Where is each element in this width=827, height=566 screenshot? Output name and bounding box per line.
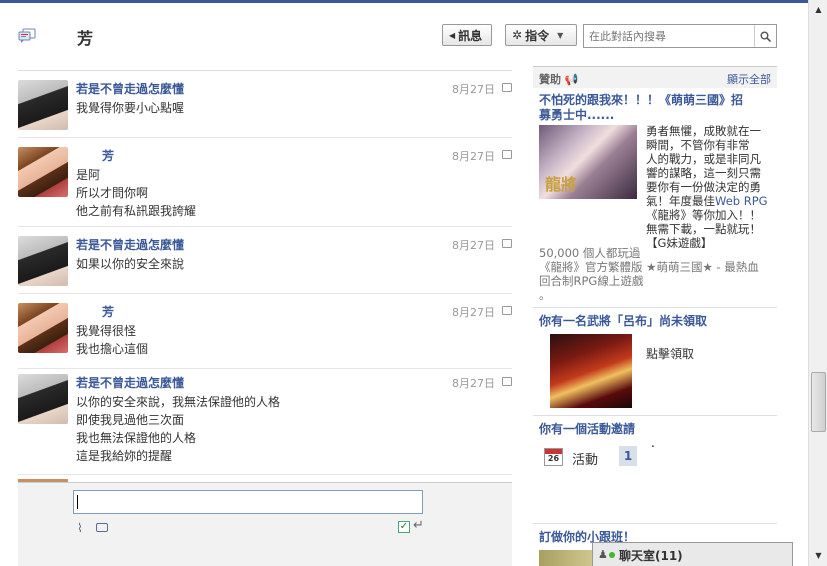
attach-file-icon[interactable]: ⌇: [77, 521, 83, 535]
message-line: 所以才問你啊: [76, 186, 149, 200]
reply-icon[interactable]: [502, 377, 512, 386]
page-scrollbar[interactable]: ▲ ▼: [808, 0, 827, 566]
ad-image[interactable]: 龍將: [539, 125, 637, 199]
message-item: 若是不曾走過怎麼懂 8月27日 以你的安全來說，我無法保證他的人格 即使我見過他…: [18, 369, 512, 475]
message-line: 即使我見過他三次面: [76, 413, 185, 427]
camera-icon[interactable]: [96, 523, 108, 532]
ad-cta-text[interactable]: 點擊領取: [646, 345, 694, 362]
message-line: 我覺得很怪: [76, 324, 137, 338]
chevron-left-icon: ◀: [449, 30, 456, 40]
message-line: 以你的安全來說，我無法保證他的人格: [76, 395, 281, 409]
text-caret: [77, 495, 78, 509]
chat-bar[interactable]: ♟ 聊天室(11): [592, 542, 793, 566]
chevron-down-icon: ▼: [557, 30, 564, 40]
reply-composer: ⌇ ✓ ↵: [18, 482, 512, 566]
sender-name[interactable]: 若是不曾走過怎麼懂: [76, 80, 184, 97]
show-all-link[interactable]: 顯示全部: [727, 71, 771, 87]
reply-icon[interactable]: [502, 306, 512, 315]
message-line: 這是我給妳的提醒: [76, 449, 173, 463]
message-line: 我也無法保證他的人格: [76, 431, 197, 445]
person-icon: ♟: [598, 548, 608, 561]
divider: [533, 307, 777, 308]
search-input[interactable]: [584, 25, 754, 47]
ad-social-context: 50,000 個人都玩過 《龍將》官方繁體版 ★萌萌三國★ - 最熱血 回合制R…: [539, 246, 759, 302]
sender-name[interactable]: 芳: [102, 303, 114, 320]
message-date: 8月27日: [452, 239, 495, 252]
enter-key-icon: ↵: [413, 518, 424, 533]
search-button[interactable]: [754, 25, 776, 47]
sender-name[interactable]: 若是不曾走過怎麼懂: [76, 236, 184, 253]
ad-image-text: 龍將: [545, 175, 578, 194]
event-count-badge[interactable]: 1: [619, 446, 637, 466]
search-icon: [760, 31, 771, 42]
message-line: 他之前有私訊跟我誇耀: [76, 204, 197, 218]
reply-icon[interactable]: [502, 239, 512, 248]
ad-body: 勇者無懼，成敗就在一 瞬間，不管你有非常 人的戰力，或是非同凡 響的謀略，這一刻…: [646, 124, 768, 250]
message-item: 芳 8月27日 我覺得很怪 我也擔心這個: [18, 294, 512, 369]
actions-button[interactable]: ✲ 指令 ▼: [505, 24, 577, 46]
sender-name[interactable]: 若是不曾走過怎麼懂: [76, 374, 184, 391]
ad-title[interactable]: 不怕死的跟我來！！！《萌萌三國》招: [539, 93, 743, 108]
conversation-thread: 若是不曾走過怎麼懂 8月27日 我覺得你要小心點喔 芳 8月27日 是阿 所以才…: [18, 70, 512, 482]
sender-avatar[interactable]: [18, 236, 68, 286]
scroll-thumb[interactable]: [811, 372, 826, 432]
reply-icon[interactable]: [502, 83, 512, 92]
divider: [533, 415, 777, 416]
message-date: 8月27日: [452, 377, 495, 390]
conversation-search: [583, 24, 777, 48]
sponsored-header: 贊助 📢 顯示全部: [533, 66, 777, 88]
page-title: 芳: [77, 29, 94, 48]
message-date: 8月27日: [452, 150, 495, 163]
reply-icon[interactable]: [502, 150, 512, 159]
message-date: 8月27日: [452, 306, 495, 319]
sender-avatar[interactable]: [18, 80, 68, 130]
message-item: 若是不曾走過怎麼懂 8月27日 我覺得你要小心點喔: [18, 71, 512, 138]
message-line: 我覺得你要小心點喔: [76, 101, 185, 115]
messages-button-label: 訊息: [458, 28, 483, 43]
send-on-enter-checkbox[interactable]: ✓: [398, 521, 410, 533]
calendar-icon: 26: [544, 448, 563, 466]
gear-icon: ✲: [512, 28, 523, 42]
scroll-up-arrow-icon[interactable]: ▲: [811, 2, 826, 18]
online-status-icon: [609, 552, 615, 558]
reply-textarea[interactable]: [73, 490, 423, 514]
ad-title[interactable]: 你有一名武將「呂布」尚未領取: [539, 314, 707, 329]
chat-label: 聊天室(11): [619, 549, 683, 563]
message-date: 8月27日: [452, 83, 495, 96]
ad-image[interactable]: [550, 334, 632, 408]
sender-avatar[interactable]: [18, 147, 68, 197]
ad-title-continued[interactable]: 募勇士中......: [539, 108, 614, 123]
sender-avatar[interactable]: [18, 374, 68, 424]
message-page: 芳 ◀ 訊息 ✲ 指令 ▼ 若是不曾走過怎麼懂 8月27日 我覺得你要小心點喔 …: [0, 3, 808, 566]
message-line: 我也擔心這個: [76, 342, 149, 356]
actions-button-label: 指令: [525, 28, 550, 43]
message-item: 芳 8月27日 是阿 所以才問你啊 他之前有私訊跟我誇耀: [18, 138, 512, 227]
message-line: 如果以你的安全來說: [76, 257, 185, 271]
message-line: 是阿: [76, 168, 101, 182]
messages-button[interactable]: ◀ 訊息: [442, 24, 492, 46]
event-invite-title[interactable]: 你有一個活動邀請: [539, 422, 635, 437]
megaphone-icon: 📢: [564, 73, 579, 86]
ad-image[interactable]: [539, 550, 595, 566]
sponsored-column: 贊助 📢 顯示全部 不怕死的跟我來！！！《萌萌三國》招 募勇士中...... 龍…: [533, 66, 777, 566]
scroll-down-arrow-icon[interactable]: ▼: [811, 548, 826, 564]
invite-dot: .: [651, 436, 655, 450]
sponsored-title: 贊助 📢: [539, 73, 579, 86]
conversation-icon: [18, 28, 36, 43]
sender-avatar[interactable]: [18, 303, 68, 353]
message-item: 若是不曾走過怎麼懂 8月27日 如果以你的安全來說: [18, 227, 512, 294]
event-label[interactable]: 活動: [572, 449, 598, 468]
divider: [533, 523, 777, 524]
sender-name[interactable]: 芳: [102, 147, 114, 164]
